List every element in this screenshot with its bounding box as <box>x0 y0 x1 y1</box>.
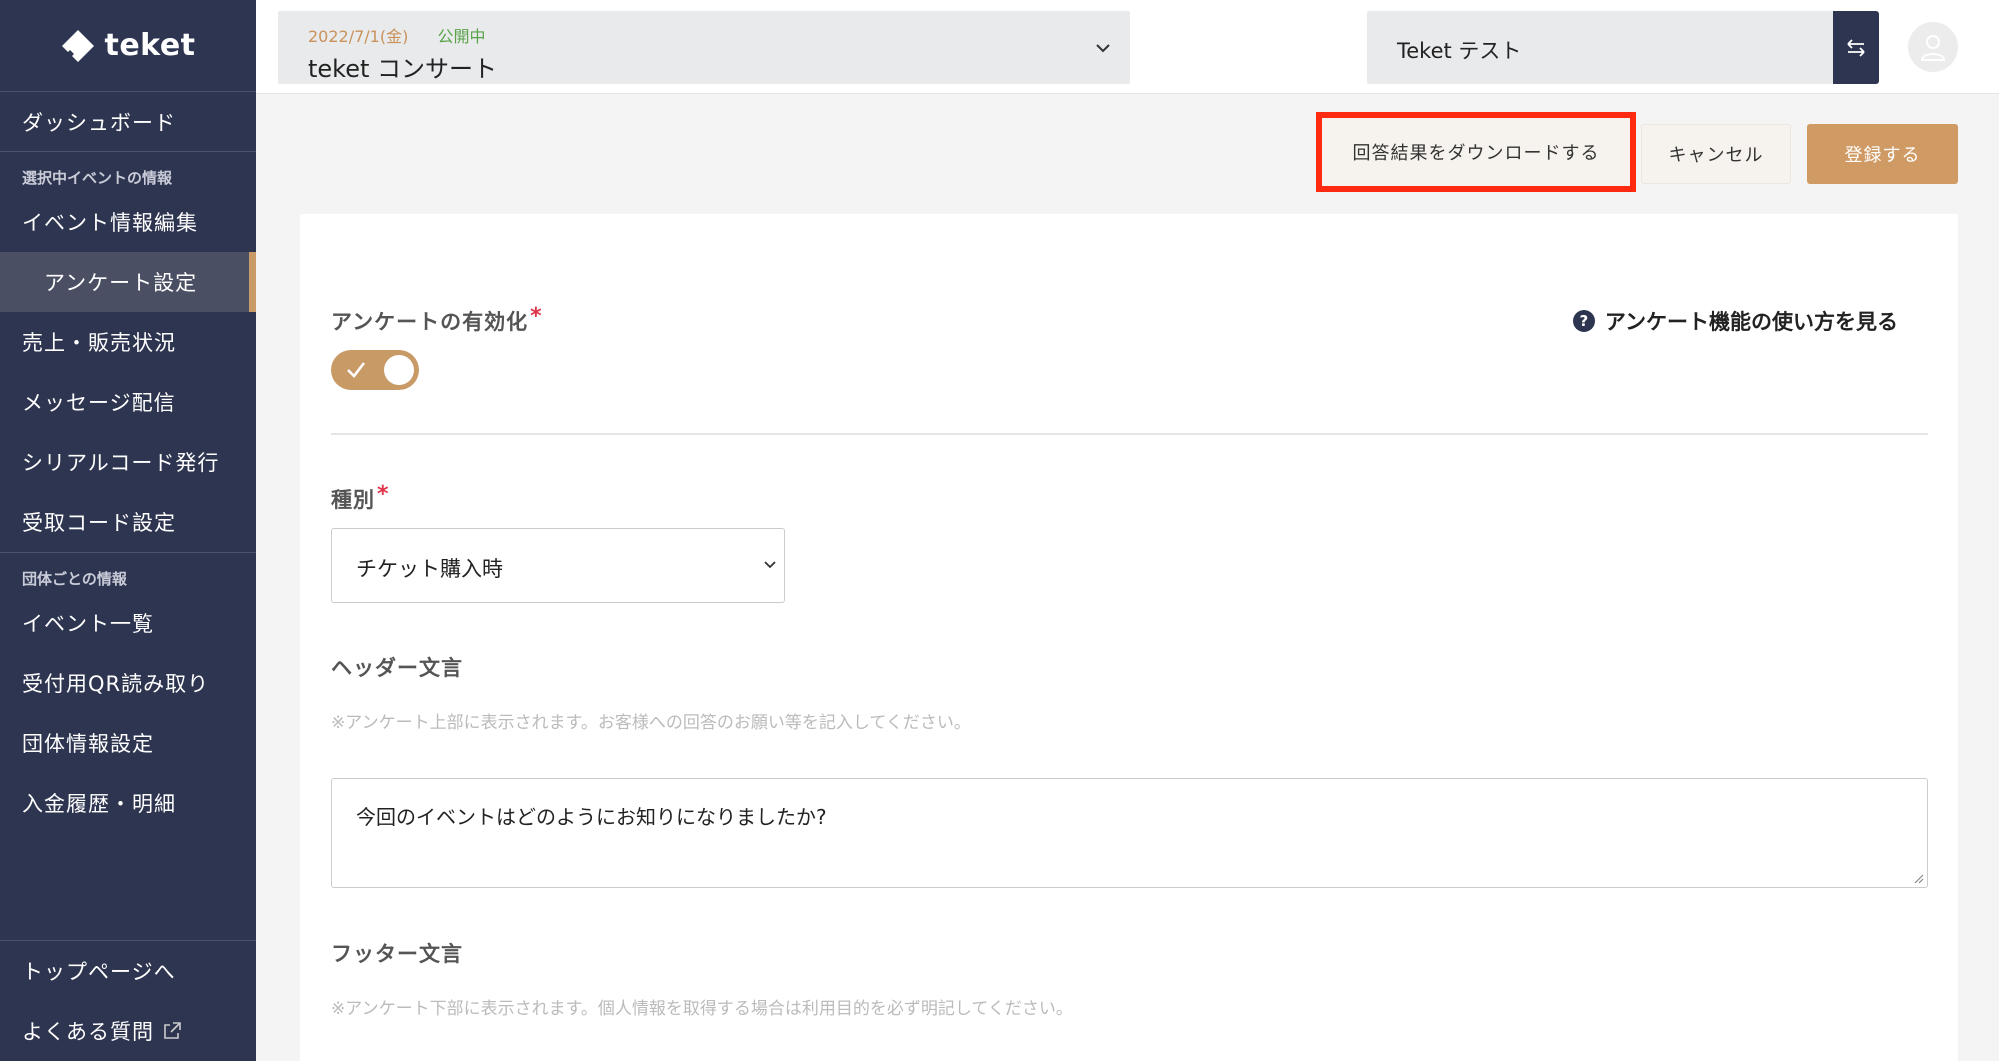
header-text-hint: ※アンケート上部に表示されます。お客様への回答のお願い等を記入してください。 <box>331 713 971 733</box>
faq-label: よくある質問 <box>22 1020 154 1044</box>
logo-text: teket <box>104 28 196 63</box>
enable-toggle[interactable] <box>331 350 419 390</box>
sidebar-bottom: トップページへ よくある質問 <box>0 940 256 1061</box>
required-mark: * <box>530 304 543 329</box>
required-mark: * <box>377 482 390 507</box>
enable-label-row: アンケートの有効化* <box>331 304 543 336</box>
sidebar-item-receive-codes[interactable]: 受取コード設定 <box>0 492 256 552</box>
sidebar-item-faq[interactable]: よくある質問 <box>0 1001 256 1061</box>
footer-text-hint: ※アンケート下部に表示されます。個人情報を取得する場合は利用目的を必ず明記してく… <box>331 999 1073 1019</box>
submit-button[interactable]: 登録する <box>1807 124 1958 184</box>
header-text-input[interactable]: 今回のイベントはどのようにお知りになりましたか? <box>331 778 1928 888</box>
sidebar-item-serial-codes[interactable]: シリアルコード発行 <box>0 432 256 492</box>
sidebar-item-sales[interactable]: 売上・販売状況 <box>0 312 256 372</box>
event-date: 2022/7/1(金) <box>308 27 409 46</box>
chevron-down-icon <box>1096 44 1110 53</box>
header: 2022/7/1(金) 公開中 teket コンサート Teket テスト <box>256 0 1999 94</box>
section-divider <box>331 433 1928 435</box>
external-link-icon <box>162 1021 182 1041</box>
sidebar-item-payments[interactable]: 入金履歴・明細 <box>0 773 256 833</box>
section-heading-event: 選択中イベントの情報 <box>22 169 173 187</box>
event-status-badge: 公開中 <box>437 27 486 46</box>
avatar[interactable] <box>1908 22 1958 72</box>
question-icon: ? <box>1572 310 1595 332</box>
type-label-row: 種別* <box>331 482 390 514</box>
type-label: 種別 <box>331 488 375 512</box>
download-results-button[interactable]: 回答結果をダウンロードする <box>1316 112 1636 192</box>
help-link[interactable]: ? アンケート機能の使い方を見る <box>1572 306 1898 336</box>
user-icon <box>1920 35 1946 61</box>
event-selector[interactable]: 2022/7/1(金) 公開中 teket コンサート <box>278 11 1130 84</box>
switch-org-button[interactable] <box>1833 11 1879 84</box>
org-name: Teket テスト <box>1397 39 1522 63</box>
survey-form-card: アンケートの有効化* ? アンケート機能の使い方を見る 種別* チケット購入時 … <box>300 214 1958 1061</box>
help-link-label: アンケート機能の使い方を見る <box>1604 310 1898 334</box>
sidebar-item-qr-reader[interactable]: 受付用QR読み取り <box>0 653 256 713</box>
enable-label: アンケートの有効化 <box>331 310 529 334</box>
cancel-button[interactable]: キャンセル <box>1641 124 1791 184</box>
sidebar-item-top-page[interactable]: トップページへ <box>0 941 256 1001</box>
event-meta: 2022/7/1(金) 公開中 <box>308 23 485 47</box>
sidebar-item-org-settings[interactable]: 団体情報設定 <box>0 713 256 773</box>
check-icon <box>347 362 366 378</box>
chevron-down-icon <box>764 561 776 569</box>
sidebar-item-event-edit[interactable]: イベント情報編集 <box>0 192 256 252</box>
sidebar-item-dashboard[interactable]: ダッシュボード <box>0 92 256 152</box>
type-select[interactable]: チケット購入時 <box>331 528 785 603</box>
swap-icon <box>1847 38 1865 57</box>
sidebar-item-event-list[interactable]: イベント一覧 <box>0 593 256 653</box>
sidebar-item-survey-settings[interactable]: アンケート設定 <box>0 252 256 312</box>
org-selector[interactable]: Teket テスト <box>1367 11 1833 84</box>
header-text-value: 今回のイベントはどのようにお知りになりましたか? <box>356 805 827 829</box>
resize-handle-icon[interactable] <box>1912 872 1924 884</box>
type-select-value: チケット購入時 <box>356 557 503 581</box>
section-heading-org: 団体ごとの情報 <box>22 570 127 588</box>
header-text-label: ヘッダー文言 <box>331 656 463 680</box>
sidebar: teket ダッシュボード 選択中イベントの情報 イベント情報編集 アンケート設… <box>0 0 256 1061</box>
toggle-knob <box>384 355 414 385</box>
sidebar-item-messages[interactable]: メッセージ配信 <box>0 372 256 432</box>
logo[interactable]: teket <box>0 0 256 92</box>
event-name: teket コンサート <box>308 55 498 83</box>
ticket-logo-icon <box>62 29 95 62</box>
footer-text-label: フッター文言 <box>331 942 463 966</box>
